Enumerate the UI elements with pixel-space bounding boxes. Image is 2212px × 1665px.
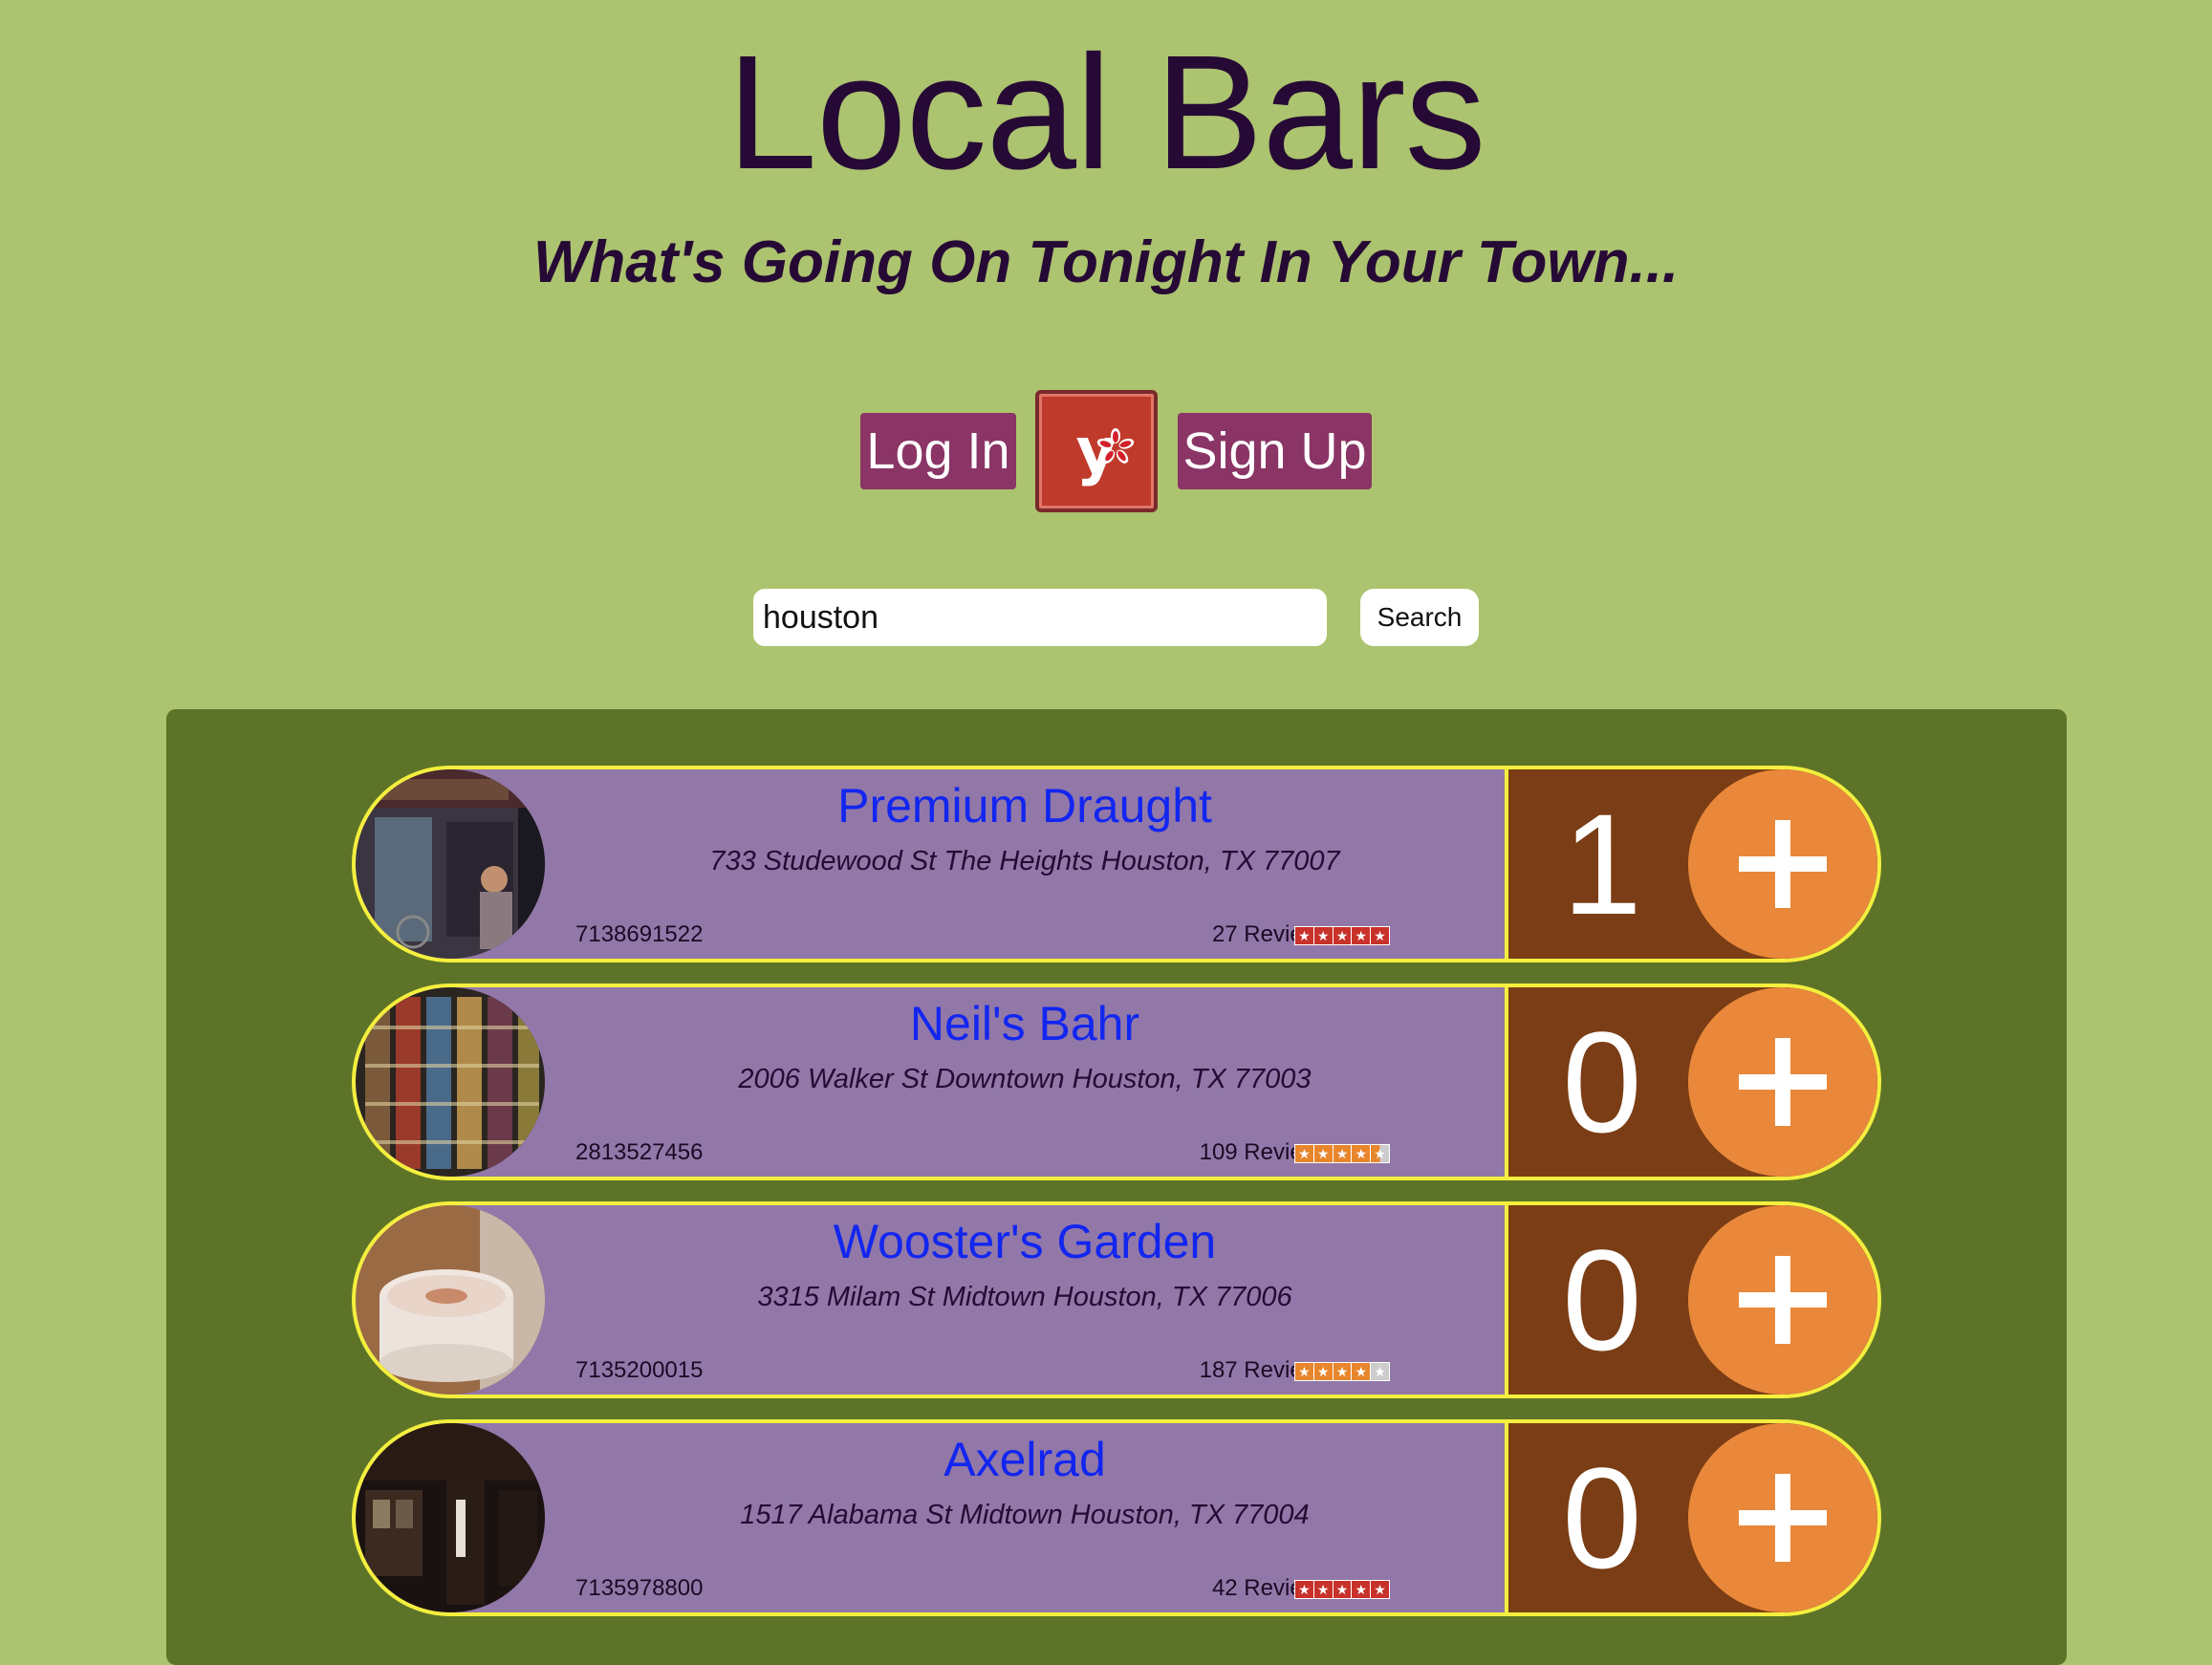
star-icon: ★ [1352, 1363, 1372, 1380]
star-icon: ★ [1313, 1145, 1334, 1162]
plus-icon [1739, 1256, 1827, 1344]
going-counter: 0 [1505, 1423, 1877, 1612]
bar-card: Axelrad 1517 Alabama St Midtown Houston,… [352, 1419, 1881, 1616]
search-input[interactable] [753, 589, 1327, 646]
bar-photo [356, 987, 545, 1177]
bar-name-link[interactable]: Axelrad [547, 1431, 1503, 1488]
bar-card: Neil's Bahr 2006 Walker St Downtown Hous… [352, 984, 1881, 1180]
bar-photo [356, 769, 545, 959]
star-icon: ★ [1295, 1581, 1314, 1598]
plus-icon [1739, 1038, 1827, 1126]
bar-phone: 7138691522 [575, 921, 704, 947]
search-button[interactable]: Search [1360, 589, 1479, 646]
add-going-button[interactable] [1688, 987, 1877, 1177]
star-icon: ★ [1313, 927, 1334, 944]
star-icon: ★ [1333, 1145, 1353, 1162]
bar-phone: 2813527456 [575, 1139, 704, 1165]
login-button[interactable]: Log In [860, 413, 1016, 489]
star-icon: ★ [1333, 927, 1353, 944]
star-icon: ★ [1333, 1363, 1353, 1380]
bar-address: 733 Studewood St The Heights Houston, TX… [709, 846, 1340, 876]
star-rating: ★ ★ ★ ★ ★ [1294, 1362, 1390, 1381]
yelp-button[interactable]: y [1035, 390, 1158, 512]
star-icon: ★ [1295, 1145, 1314, 1162]
bar-name-link[interactable]: Wooster's Garden [547, 1213, 1503, 1270]
add-going-button[interactable] [1688, 1205, 1877, 1395]
star-icon: ★ [1313, 1363, 1334, 1380]
empty-star-icon: ★ [1371, 1363, 1389, 1380]
star-icon: ★ [1313, 1581, 1334, 1598]
star-rating: ★ ★ ★ ★ ★ [1294, 926, 1390, 945]
star-rating: ★ ★ ★ ★ ★ [1294, 1580, 1390, 1599]
star-icon: ★ [1333, 1581, 1353, 1598]
bar-photo [356, 1423, 545, 1612]
going-count: 0 [1562, 1220, 1642, 1380]
add-going-button[interactable] [1688, 769, 1877, 959]
bar-address: 1517 Alabama St Midtown Houston, TX 7700… [740, 1500, 1310, 1530]
star-icon: ★ [1352, 927, 1372, 944]
going-count: 1 [1562, 784, 1642, 944]
star-icon: ★ [1352, 1581, 1372, 1598]
star-icon: ★ [1352, 1145, 1372, 1162]
going-counter: 0 [1505, 1205, 1877, 1395]
bar-name-link[interactable]: Premium Draught [547, 777, 1503, 834]
bar-photo [356, 1205, 545, 1395]
going-counter: 1 [1505, 769, 1877, 959]
bar-address: 2006 Walker St Downtown Houston, TX 7700… [738, 1064, 1312, 1094]
add-going-button[interactable] [1688, 1423, 1877, 1612]
bar-card: Premium Draught 733 Studewood St The Hei… [352, 766, 1881, 962]
going-counter: 0 [1505, 987, 1877, 1177]
signup-button[interactable]: Sign Up [1178, 413, 1372, 489]
star-icon: ★ [1295, 927, 1314, 944]
bar-name-link[interactable]: Neil's Bahr [547, 995, 1503, 1052]
star-icon: ★ [1371, 1581, 1389, 1598]
plus-icon [1739, 1474, 1827, 1562]
half-star-icon: ★ [1371, 1145, 1389, 1162]
star-icon: ★ [1295, 1363, 1314, 1380]
bar-address: 3315 Milam St Midtown Houston, TX 77006 [757, 1282, 1292, 1312]
plus-icon [1739, 820, 1827, 908]
page-title: Local Bars [726, 22, 1486, 204]
yelp-burst-icon [1096, 428, 1135, 464]
bar-phone: 7135978800 [575, 1575, 704, 1601]
star-icon: ★ [1371, 927, 1389, 944]
star-rating: ★ ★ ★ ★ ★ [1294, 1144, 1390, 1163]
going-count: 0 [1562, 1438, 1642, 1598]
page-subtitle: What's Going On Tonight In Your Town... [532, 229, 1680, 295]
going-count: 0 [1562, 1002, 1642, 1162]
bar-card: Wooster's Garden 3315 Milam St Midtown H… [352, 1201, 1881, 1398]
bar-phone: 7135200015 [575, 1357, 704, 1383]
